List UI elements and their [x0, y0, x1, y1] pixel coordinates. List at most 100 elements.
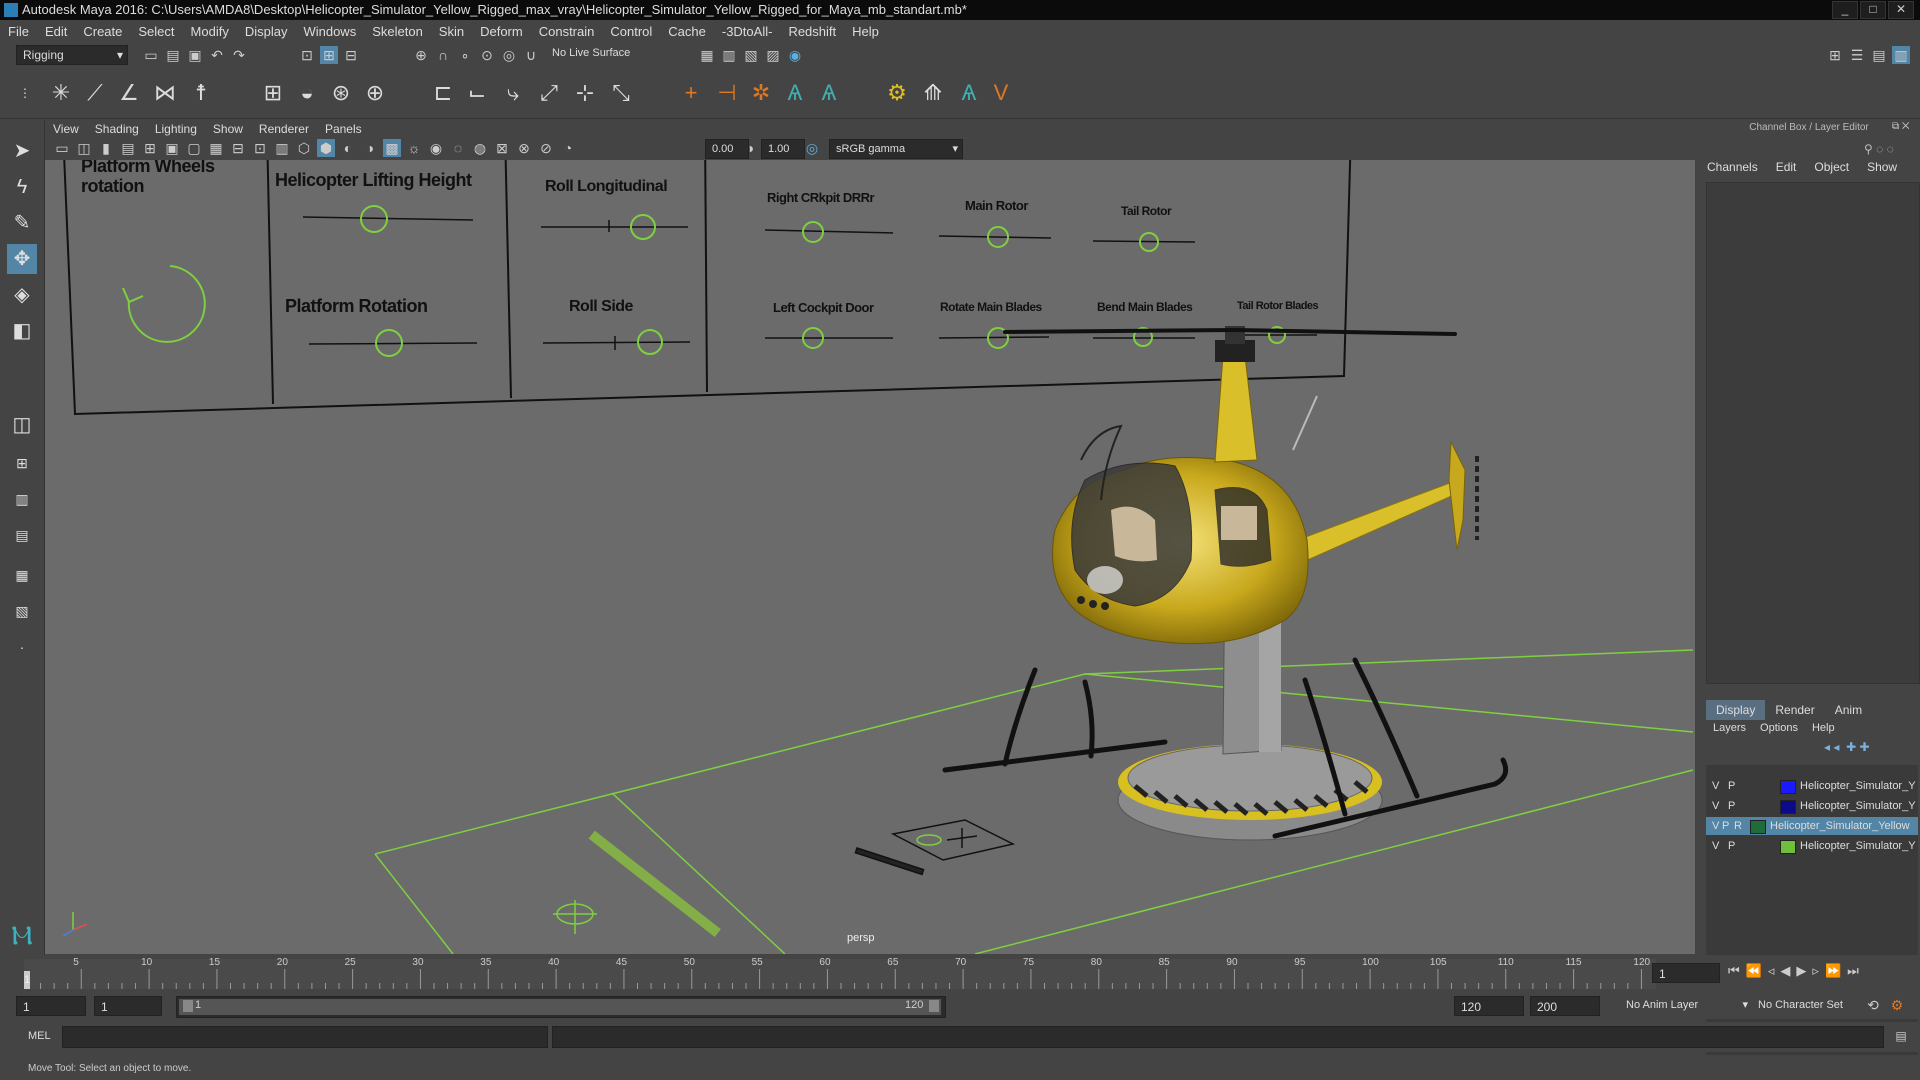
parent-constraint-icon[interactable]: ⊏: [428, 78, 458, 108]
settings-icon[interactable]: ◌: [1876, 142, 1883, 156]
xray-icon[interactable]: ☼: [405, 139, 423, 157]
orient-constraint-icon[interactable]: ⤷: [498, 78, 528, 108]
minimize-button[interactable]: _: [1832, 1, 1858, 19]
layout-options-icon[interactable]: ·: [7, 632, 37, 662]
menu-skin[interactable]: Skin: [431, 24, 472, 39]
menu-display[interactable]: Display: [237, 24, 296, 39]
paint-select-icon[interactable]: ✎: [7, 208, 37, 238]
close-button[interactable]: ✕: [1888, 1, 1914, 19]
layer-row-selected[interactable]: V P R Helicopter_Simulator_Yellow: [1706, 817, 1918, 835]
field-chart-icon[interactable]: ⊟: [229, 139, 247, 157]
layout-icon[interactable]: ◌: [1887, 142, 1894, 156]
vp-menu-show[interactable]: Show: [205, 122, 251, 136]
snap-grid-icon[interactable]: ⊕: [412, 46, 430, 64]
set-driven-key-icon[interactable]: ⚙: [882, 78, 912, 108]
step-back-icon[interactable]: ⏪: [1746, 963, 1768, 978]
move-layer-down-icon[interactable]: ◂: [1833, 740, 1839, 754]
step-back-key-icon[interactable]: ◃: [1768, 963, 1781, 978]
wire-deformer-icon[interactable]: ⊕: [360, 78, 390, 108]
use-lights-icon[interactable]: ◐: [339, 139, 357, 157]
two-view-icon[interactable]: ▥: [7, 484, 37, 514]
four-view-icon[interactable]: ⊞: [7, 448, 37, 478]
create-lattice-icon[interactable]: ◒: [292, 78, 322, 108]
layer-row[interactable]: V P Helicopter_Simulator_Y: [1706, 777, 1918, 795]
play-backward-icon[interactable]: ◀: [1780, 963, 1796, 978]
vp-menu-renderer[interactable]: Renderer: [251, 122, 317, 136]
shadows-icon[interactable]: ◑: [361, 139, 379, 157]
scene-end-field[interactable]: 200: [1530, 996, 1600, 1016]
pin-icon[interactable]: ⚲: [1864, 142, 1873, 156]
locator-icon[interactable]: +: [676, 78, 706, 108]
range-end-grip[interactable]: [929, 1000, 939, 1012]
make-live-icon[interactable]: ∪: [522, 46, 540, 64]
playback-start-field[interactable]: 1: [94, 996, 162, 1016]
playback-end-field[interactable]: 120: [1454, 996, 1524, 1016]
ik-spline-icon[interactable]: ∠: [114, 78, 144, 108]
color-space-dropdown[interactable]: sRGB gamma ▾: [829, 139, 963, 159]
go-to-start-icon[interactable]: ⏮: [1728, 963, 1746, 978]
image-plane-icon[interactable]: ▤: [119, 139, 137, 157]
menu-3dtoall[interactable]: -3DtoAll-: [714, 24, 781, 39]
cb-menu-object[interactable]: Object: [1805, 160, 1858, 174]
quick-rig-icon[interactable]: ☨: [186, 78, 216, 108]
redo-icon[interactable]: ↷: [230, 46, 248, 64]
select-tool-icon[interactable]: ➤: [7, 136, 37, 166]
cb-menu-edit[interactable]: Edit: [1767, 160, 1806, 174]
layer-color-swatch[interactable]: [1750, 820, 1766, 834]
attribute-editor-icon[interactable]: ☰: [1848, 46, 1866, 64]
gamma-icon[interactable]: ◑: [741, 139, 759, 157]
go-to-end-icon[interactable]: ⏭: [1847, 963, 1865, 978]
menu-help[interactable]: Help: [844, 24, 887, 39]
move-tool-icon[interactable]: ✥: [7, 244, 37, 274]
le-menu-layers[interactable]: Layers: [1706, 722, 1753, 734]
character-set-dropdown[interactable]: No Character Set: [1752, 996, 1876, 1014]
menu-edit[interactable]: Edit: [37, 24, 75, 39]
range-handle[interactable]: [179, 999, 941, 1015]
menu-file[interactable]: File: [0, 24, 37, 39]
menu-select[interactable]: Select: [130, 24, 182, 39]
exposure-icon[interactable]: ◔: [559, 139, 577, 157]
render-view-icon[interactable]: ▨: [764, 46, 782, 64]
menu-control[interactable]: Control: [602, 24, 660, 39]
cb-menu-channels[interactable]: Channels: [1698, 160, 1767, 174]
xray-active-icon[interactable]: ⊘: [537, 139, 555, 157]
menu-windows[interactable]: Windows: [295, 24, 364, 39]
grid-toggle-icon[interactable]: ⊞: [141, 139, 159, 157]
skin-bind-icon[interactable]: ✲: [746, 78, 776, 108]
vp-menu-view[interactable]: View: [45, 122, 87, 136]
panel-close-icon[interactable]: ⧉ ✕: [1892, 121, 1910, 132]
skeleton-mirror-icon[interactable]: ⋈: [150, 78, 180, 108]
menu-redshift[interactable]: Redshift: [780, 24, 844, 39]
scale-tool-icon[interactable]: ◧: [7, 316, 37, 346]
layer-reference[interactable]: R: [1734, 817, 1744, 835]
wrap-deformer-icon[interactable]: ⊛: [326, 78, 356, 108]
new-layer-icon[interactable]: ✚: [1846, 740, 1856, 754]
modeling-toolkit-icon[interactable]: ⊞: [1826, 46, 1844, 64]
camera-attributes-icon[interactable]: ◫: [75, 139, 93, 157]
gamma-field[interactable]: 1.00: [761, 139, 805, 159]
snap-point-icon[interactable]: ∘: [456, 46, 474, 64]
live-surface-label[interactable]: No Live Surface: [552, 47, 630, 59]
bookmark-icon[interactable]: ▮: [97, 139, 115, 157]
smooth-shade-icon[interactable]: ⬢: [317, 139, 335, 157]
safe-action-icon[interactable]: ⊡: [251, 139, 269, 157]
helicopter-model[interactable]: [942, 326, 1509, 841]
play-forward-icon[interactable]: ▶: [1796, 963, 1812, 978]
new-layer-selected-icon[interactable]: ✚: [1859, 740, 1869, 754]
open-scene-icon[interactable]: ▤: [164, 46, 182, 64]
step-forward-key-icon[interactable]: ▹: [1812, 963, 1825, 978]
shelf-options-icon[interactable]: ⋮: [10, 78, 40, 108]
motion-path-icon[interactable]: V: [986, 78, 1016, 108]
script-editor-icon[interactable]: ▤: [1892, 1027, 1910, 1045]
undo-icon[interactable]: ↶: [208, 46, 226, 64]
layer-color-swatch[interactable]: [1780, 780, 1796, 794]
command-language-label[interactable]: MEL: [28, 1030, 51, 1042]
perspective-viewport[interactable]: Platform Wheels rotation Helicopter Lift…: [45, 160, 1695, 954]
layer-row[interactable]: V P Helicopter_Simulator_Y: [1706, 837, 1918, 855]
textured-icon[interactable]: ▩: [383, 139, 401, 157]
xray-joints-icon[interactable]: ⊗: [515, 139, 533, 157]
layer-playback[interactable]: P: [1728, 777, 1738, 795]
maximize-button[interactable]: □: [1860, 1, 1886, 19]
layer-name[interactable]: Helicopter_Simulator_Yellow: [1770, 817, 1916, 835]
lasso-tool-icon[interactable]: ϟ: [7, 172, 37, 202]
